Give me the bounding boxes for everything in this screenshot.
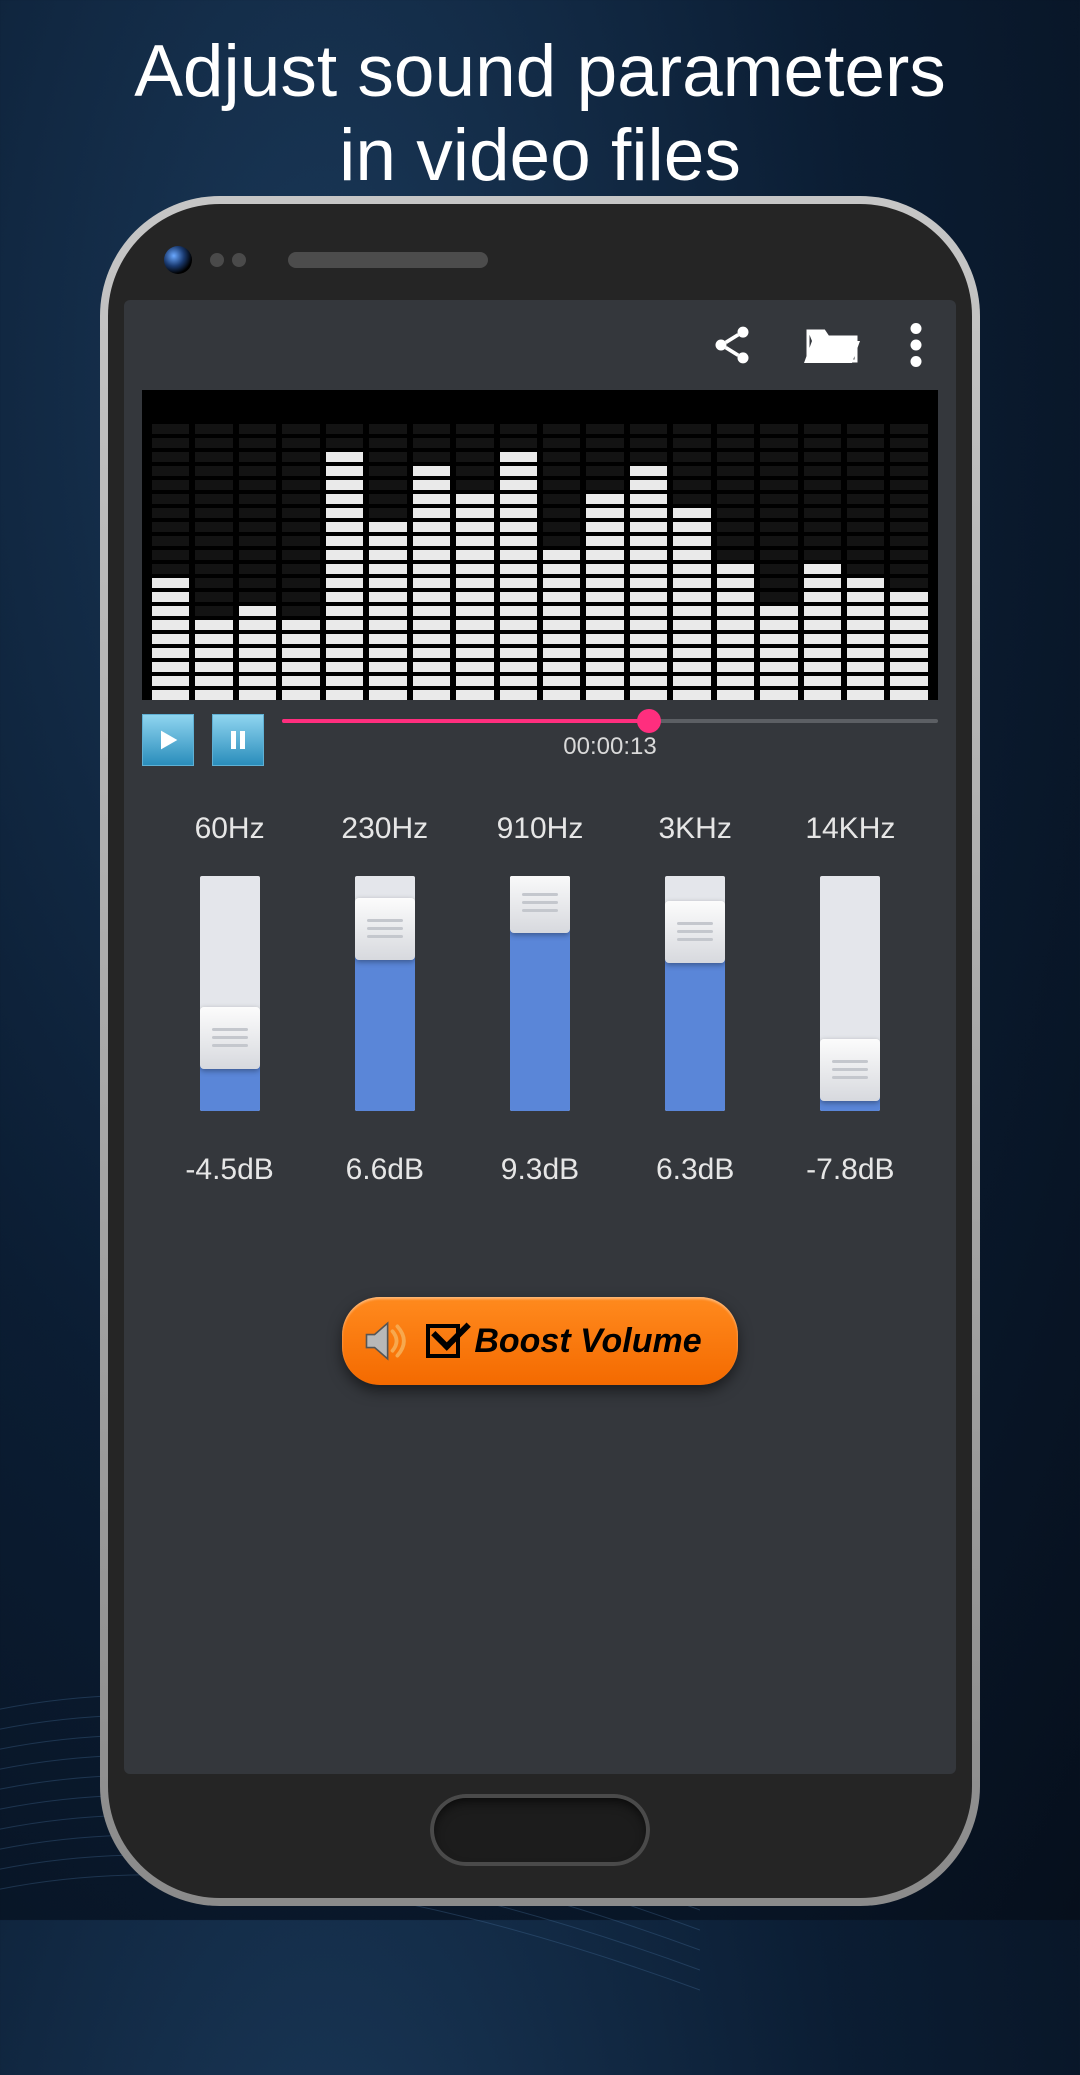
speaker-icon [360,1315,412,1367]
phone-camera [164,246,192,274]
timecode: 00:00:13 [282,733,938,761]
eq-slider-thumb[interactable] [820,1039,880,1101]
audio-visualizer [142,390,938,700]
eq-slider[interactable] [510,876,570,1111]
eq-freq-label: 3KHz [658,812,731,846]
app-screen: 00:00:13 60Hz -4.5dB 230Hz 6.6dB 910Hz 9.3dB 3… [124,300,956,1774]
transport-row: 00:00:13 [124,700,956,766]
headline-line2: in video files [339,115,741,196]
eq-slider[interactable] [820,876,880,1111]
eq-band-0: 60Hz -4.5dB [170,812,290,1187]
eq-slider-thumb[interactable] [510,876,570,933]
eq-slider-thumb[interactable] [355,898,415,960]
eq-db-label: 9.3dB [501,1153,579,1187]
eq-slider-thumb[interactable] [200,1007,260,1069]
boost-checkbox-icon [426,1324,460,1358]
play-button[interactable] [142,714,194,766]
more-vertical-icon[interactable] [910,323,922,367]
boost-volume-button[interactable]: Boost Volume [342,1297,737,1385]
eq-freq-label: 230Hz [341,812,428,846]
phone-frame: 00:00:13 60Hz -4.5dB 230Hz 6.6dB 910Hz 9.3dB 3… [100,196,980,1906]
eq-freq-label: 910Hz [497,812,584,846]
headline: Adjust sound parameters in video files [0,0,1080,198]
boost-label: Boost Volume [474,1322,701,1361]
folder-open-icon[interactable] [804,323,860,367]
eq-slider-thumb[interactable] [665,901,725,963]
eq-band-3: 3KHz 6.3dB [635,812,755,1187]
eq-band-4: 14KHz -7.8dB [790,812,910,1187]
app-bar [124,300,956,390]
pause-button[interactable] [212,714,264,766]
phone-bezel: 00:00:13 60Hz -4.5dB 230Hz 6.6dB 910Hz 9.3dB 3… [108,204,972,1898]
eq-db-label: -4.5dB [185,1153,273,1187]
eq-freq-label: 60Hz [195,812,265,846]
seek-slider[interactable]: 00:00:13 [282,719,938,761]
phone-proximity-dots [210,253,246,267]
eq-db-label: 6.6dB [346,1153,424,1187]
eq-db-label: 6.3dB [656,1153,734,1187]
phone-earpiece [288,252,488,268]
eq-band-1: 230Hz 6.6dB [325,812,445,1187]
headline-line1: Adjust sound parameters [134,31,946,112]
phone-home-button [430,1794,650,1866]
eq-slider[interactable] [200,876,260,1111]
phone-sensor-bar [124,234,956,300]
eq-db-label: -7.8dB [806,1153,894,1187]
eq-freq-label: 14KHz [805,812,895,846]
eq-band-2: 910Hz 9.3dB [480,812,600,1187]
eq-slider[interactable] [665,876,725,1111]
share-icon[interactable] [710,323,754,367]
equalizer: 60Hz -4.5dB 230Hz 6.6dB 910Hz 9.3dB 3KHz 6.3dB 1… [124,766,956,1187]
eq-slider[interactable] [355,876,415,1111]
